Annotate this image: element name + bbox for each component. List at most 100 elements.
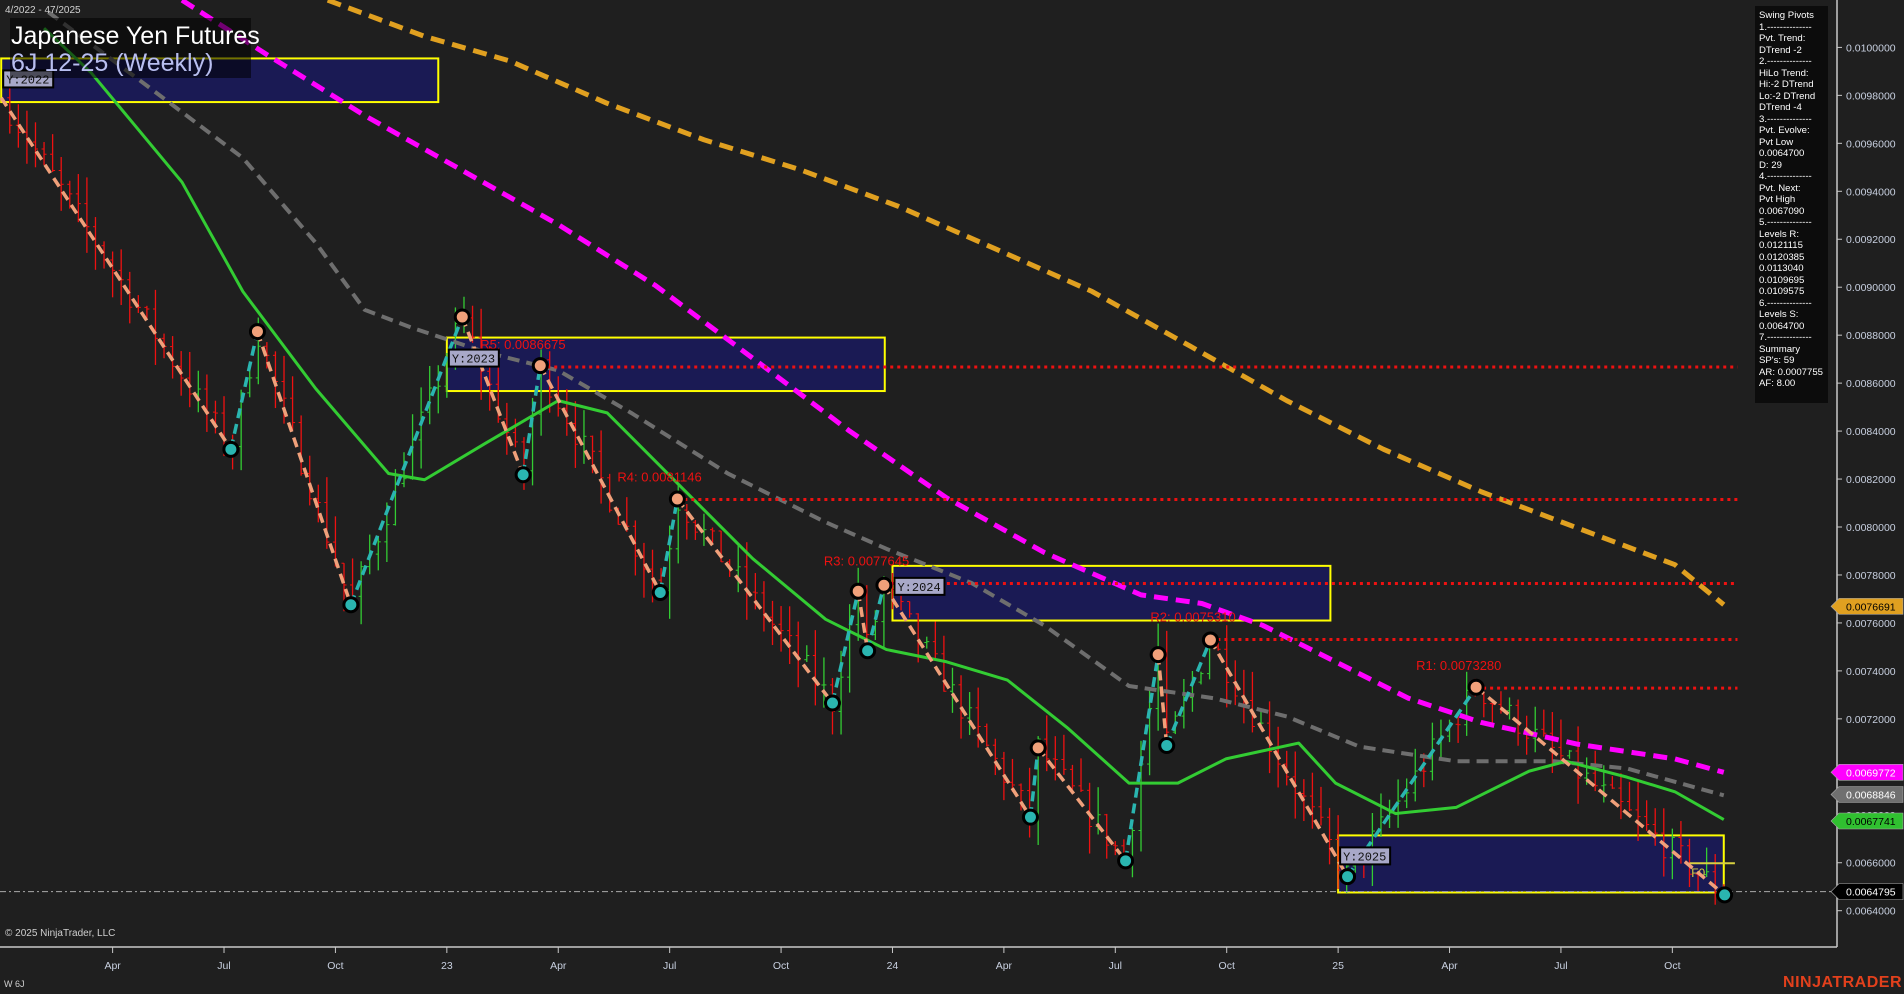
info-line: 3.-------------- — [1759, 113, 1812, 125]
resistance-label: R3: 0.0077645 — [824, 553, 909, 568]
time-tick-label: Jul — [663, 960, 676, 972]
info-line: Pvt Low — [1759, 136, 1794, 148]
swing-line — [830, 590, 860, 704]
info-line: 0.0121115 — [1759, 240, 1803, 251]
chart-title: Japanese Yen Futures — [11, 22, 260, 50]
info-line: 0.0064700 — [1759, 148, 1805, 159]
time-tick-label: Jul — [217, 960, 230, 972]
info-line: Pvt. Next: — [1759, 182, 1801, 194]
price-tick-label: 0.0096000 — [1846, 138, 1896, 150]
info-line: 0.0109695 — [1759, 274, 1805, 286]
price-tick-label: 0.0074000 — [1846, 666, 1896, 678]
price-chart[interactable]: R5: 0.0086675R4: 0.0081146R3: 0.0077645R… — [0, 0, 1904, 994]
info-line: 4.-------------- — [1759, 171, 1812, 182]
time-tick-label: 25 — [1332, 960, 1344, 972]
swing-line — [229, 331, 260, 450]
swing-high-marker — [1149, 646, 1167, 664]
swing-line — [1028, 747, 1040, 818]
ma-orange-line — [326, 0, 1726, 607]
info-line: 0.0113040 — [1759, 263, 1804, 274]
year-label: Y:2023 — [452, 353, 495, 367]
time-tick-label: Apr — [550, 960, 567, 972]
info-line: DTrend -4 — [1759, 102, 1802, 113]
info-line: Pvt. Trend: — [1759, 33, 1806, 44]
info-line: 2.-------------- — [1759, 56, 1812, 67]
swing-pivots-panel: Swing Pivots 1.-------------- Pvt. Trend: D… — [1755, 6, 1828, 403]
info-line: 7.-------------- — [1759, 332, 1812, 343]
price-tick-label: 0.0088000 — [1846, 330, 1896, 342]
swing-low-marker — [823, 694, 841, 712]
swing-high-marker — [531, 357, 549, 375]
time-tick-label: Jul — [1109, 960, 1122, 972]
info-line: 0.0120385 — [1759, 251, 1805, 263]
price-tick-label: 0.0086000 — [1846, 378, 1896, 390]
info-line: Levels R: — [1759, 228, 1799, 240]
time-tick-label: Oct — [327, 960, 343, 972]
time-tick-label: Apr — [996, 960, 1013, 972]
price-tick-label: 0.0092000 — [1846, 234, 1896, 246]
swing-high-marker — [453, 308, 471, 326]
swing-line — [0, 96, 233, 451]
info-line: DTrend -2 — [1759, 44, 1802, 56]
swing-low-marker — [1716, 886, 1734, 904]
price-tick-label: 0.0098000 — [1846, 90, 1896, 102]
price-tick-label: 0.0078000 — [1846, 570, 1896, 582]
swing-low-marker — [859, 642, 877, 660]
swing-high-marker — [1029, 739, 1047, 757]
swing-high-marker — [1201, 631, 1219, 649]
price-tick-label: 0.0076000 — [1846, 618, 1896, 630]
resistance-label: R1: 0.0073280 — [1416, 658, 1501, 673]
year-label: Y:2025 — [1343, 850, 1386, 864]
price-tick-label: 0.0072000 — [1846, 714, 1896, 726]
ma-gray-line — [47, 10, 1725, 798]
swing-high-marker — [668, 490, 686, 508]
time-tick-label: Oct — [773, 960, 789, 972]
info-line: Levels S: — [1759, 309, 1799, 320]
year-label: Y:2024 — [897, 581, 940, 595]
swing-low-marker — [1158, 736, 1176, 754]
info-line: Lo:-2 DTrend — [1759, 90, 1816, 102]
swing-line — [658, 498, 680, 593]
swing-low-marker — [651, 583, 669, 601]
price-tick-label: 0.0084000 — [1846, 426, 1896, 438]
info-line: SP's: 59 — [1759, 355, 1795, 366]
plot-area: R5: 0.0086675R4: 0.0081146R3: 0.0077645R… — [0, 0, 1837, 905]
price-tick-label: 0.0094000 — [1846, 186, 1896, 198]
time-tick-label: Apr — [1441, 960, 1458, 972]
info-line: Swing Pivots — [1759, 10, 1814, 21]
price-tag-label: 0.0069772 — [1846, 767, 1896, 779]
price-tag-label: 0.0076691 — [1846, 601, 1896, 613]
year-box — [891, 564, 1332, 622]
price-tag-label: 0.0068846 — [1846, 789, 1896, 801]
swing-low-marker — [514, 466, 532, 484]
info-line: 5.-------------- — [1759, 217, 1812, 228]
time-tick-label: Jul — [1554, 960, 1567, 972]
swing-line — [675, 497, 834, 705]
chart-subtitle: 6J 12-25 (Weekly) — [11, 49, 214, 77]
info-line: 0.0067090 — [1759, 205, 1805, 217]
info-line: 0.0064700 — [1759, 320, 1805, 332]
ma-magenta-line — [180, 0, 1725, 775]
price-tick-label: 0.0064000 — [1846, 906, 1896, 918]
copyright: © 2025 NinjaTrader, LLC — [5, 928, 116, 939]
resistance-label: R4: 0.0081146 — [617, 470, 701, 485]
info-line: 6.-------------- — [1759, 297, 1812, 309]
swing-line — [1156, 654, 1169, 746]
swing-line — [349, 316, 464, 606]
time-tick-label: Apr — [104, 960, 121, 972]
time-tick-label: 24 — [887, 960, 899, 972]
info-line: AF: 8.00 — [1759, 378, 1796, 389]
swing-line — [1036, 746, 1127, 862]
price-tag-label: 0.0067741 — [1846, 816, 1896, 828]
info-line: Hi:-2 DTrend — [1759, 79, 1814, 90]
instrument-label: W 6J — [4, 979, 25, 989]
price-tick-label: 0.0100000 — [1846, 42, 1896, 54]
info-line: Pvt. Evolve: — [1759, 125, 1810, 136]
swing-high-marker — [875, 576, 893, 594]
ma-green-line — [43, 27, 1725, 821]
price-tick-label: 0.0080000 — [1846, 522, 1896, 534]
swing-low-marker — [1117, 852, 1135, 870]
swing-high-marker — [248, 323, 266, 341]
ninjatrader-logo: NINJATRADER — [1783, 974, 1902, 991]
info-line: 1.-------------- — [1759, 21, 1812, 33]
